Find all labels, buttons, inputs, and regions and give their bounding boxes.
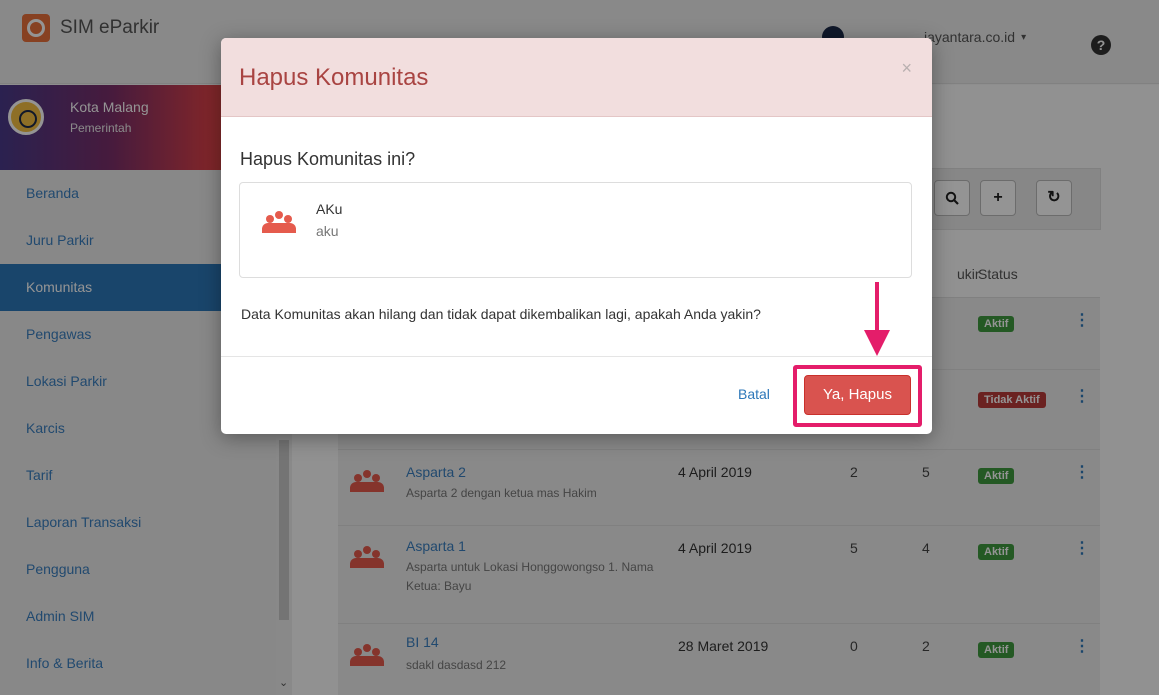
community-description: aku xyxy=(316,223,339,239)
modal-title: Hapus Komunitas xyxy=(239,64,429,91)
delete-warning: Data Komunitas akan hilang dan tidak dap… xyxy=(241,306,761,322)
cancel-button[interactable]: Batal xyxy=(738,386,770,402)
confirm-delete-button[interactable]: Ya, Hapus xyxy=(804,375,911,415)
delete-community-modal: Hapus Komunitas × Hapus Komunitas ini? A… xyxy=(221,38,932,434)
community-icon xyxy=(262,211,296,233)
modal-question: Hapus Komunitas ini? xyxy=(240,149,416,169)
community-card: AKu aku xyxy=(239,182,912,278)
modal-footer: Batal Ya, Hapus xyxy=(221,356,932,434)
pointer-arrow-icon xyxy=(864,282,890,356)
modal-header: Hapus Komunitas × xyxy=(221,38,932,117)
close-icon[interactable]: × xyxy=(901,58,912,79)
community-name: AKu xyxy=(316,201,343,217)
